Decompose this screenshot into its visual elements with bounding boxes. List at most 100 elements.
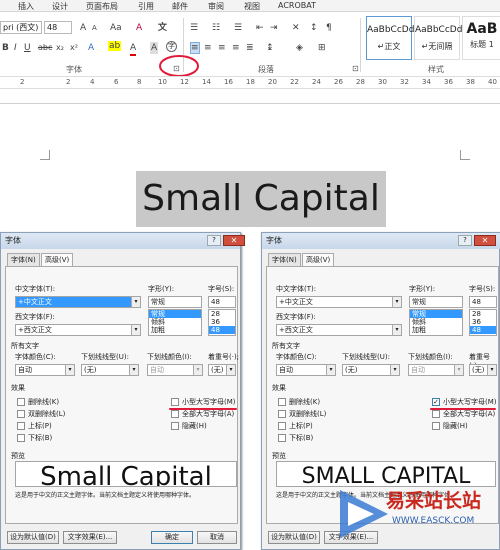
grow-font-button[interactable]: A	[80, 22, 86, 34]
char-shading-icon[interactable]: A	[150, 42, 159, 54]
underline-color-select[interactable]: 自动 ▾	[408, 364, 464, 376]
tab-references[interactable]: 引用	[138, 1, 154, 12]
cn-font-select[interactable]: +中文正文 ▾	[15, 296, 141, 308]
paragraph-dialog-launcher-icon[interactable]: ⊡	[352, 64, 359, 73]
tab-design[interactable]: 设计	[52, 1, 68, 12]
bold-button[interactable]: B	[2, 42, 9, 54]
subscript-button[interactable]: x₂	[56, 42, 64, 54]
style-list[interactable]: 常规 倾斜 加粗	[409, 309, 463, 336]
close-button[interactable]: ✕	[474, 235, 496, 246]
list-item[interactable]: 48	[470, 326, 496, 334]
help-button[interactable]: ?	[458, 235, 472, 246]
document-selected-text[interactable]: Small Capital	[136, 171, 386, 227]
subscript-checkbox[interactable]	[17, 434, 25, 442]
underline-style-select[interactable]: (无) ▾	[342, 364, 400, 376]
align-center-icon[interactable]: ≡	[204, 42, 212, 54]
chinese-layout-icon[interactable]: ✕	[292, 22, 300, 34]
italic-button[interactable]: I	[14, 42, 17, 54]
west-font-select[interactable]: +西文正文 ▾	[15, 324, 141, 336]
shading-icon[interactable]: ◈	[296, 42, 303, 54]
bullets-icon[interactable]: ☰	[190, 22, 198, 34]
numbering-icon[interactable]: ☷	[212, 22, 220, 34]
pinyin-icon[interactable]: 文	[158, 22, 167, 34]
text-effects-icon[interactable]: A	[88, 42, 94, 54]
cn-font-select[interactable]: +中文正文 ▾	[276, 296, 402, 308]
decrease-indent-icon[interactable]: ⇤	[256, 22, 264, 34]
strikethrough-button[interactable]: abc	[38, 42, 52, 54]
style-input[interactable]: 常规	[409, 296, 463, 308]
tab-font[interactable]: 字体(N)	[7, 253, 40, 266]
help-button[interactable]: ?	[207, 235, 221, 246]
underline-color-select[interactable]: 自动 ▾	[147, 364, 203, 376]
subscript-checkbox[interactable]	[278, 434, 286, 442]
strike-checkbox[interactable]	[17, 398, 25, 406]
list-item[interactable]: 36	[470, 318, 496, 326]
style-list[interactable]: 常规 倾斜 加粗	[148, 309, 202, 336]
style-no-spacing[interactable]: AaBbCcDd ↵无间隔	[414, 16, 462, 60]
double-strike-checkbox[interactable]	[17, 410, 25, 418]
font-color-select[interactable]: 自动 ▾	[15, 364, 75, 376]
distributed-icon[interactable]: ≣	[246, 42, 254, 54]
align-left-icon[interactable]: ≡	[190, 42, 200, 54]
tab-acrobat[interactable]: ACROBAT	[278, 1, 316, 10]
list-item[interactable]: 28	[470, 310, 496, 318]
tab-advanced[interactable]: 高级(V)	[302, 253, 335, 266]
size-list[interactable]: 28 36 48	[469, 309, 497, 336]
clear-format-button[interactable]: A	[136, 22, 142, 34]
tab-view[interactable]: 视图	[244, 1, 260, 12]
ok-button[interactable]: 确定	[151, 531, 193, 544]
all-caps-checkbox[interactable]	[432, 410, 440, 418]
small-caps-checkbox[interactable]	[171, 398, 179, 406]
double-strike-checkbox[interactable]	[278, 410, 286, 418]
highlight-icon[interactable]: ab	[108, 41, 122, 51]
size-list[interactable]: 28 36 48	[208, 309, 236, 336]
hidden-checkbox[interactable]	[432, 422, 440, 430]
list-item[interactable]: 倾斜	[410, 318, 462, 326]
strike-checkbox[interactable]	[278, 398, 286, 406]
tab-review[interactable]: 审阅	[208, 1, 224, 12]
style-heading-1[interactable]: AaB 标题 1	[462, 16, 500, 60]
superscript-button[interactable]: x²	[70, 42, 78, 54]
emphasis-select[interactable]: (无) ▾	[469, 364, 497, 376]
list-item[interactable]: 48	[209, 326, 235, 334]
list-item[interactable]: 28	[209, 310, 235, 318]
tab-mailings[interactable]: 邮件	[172, 1, 188, 12]
all-caps-checkbox[interactable]	[171, 410, 179, 418]
set-default-button[interactable]: 设为默认值(D)	[268, 531, 320, 544]
tab-layout[interactable]: 页面布局	[86, 1, 118, 12]
tab-insert[interactable]: 插入	[18, 1, 34, 12]
line-spacing-icon[interactable]: ↨	[266, 42, 274, 54]
increase-indent-icon[interactable]: ⇥	[270, 22, 278, 34]
list-item[interactable]: 加粗	[410, 326, 462, 334]
superscript-checkbox[interactable]	[17, 422, 25, 430]
shrink-font-button[interactable]: A	[92, 22, 97, 34]
font-color-select[interactable]: 自动 ▾	[276, 364, 336, 376]
size-input[interactable]: 48	[208, 296, 236, 308]
font-name-box[interactable]: pri (西文)	[0, 21, 42, 34]
tab-advanced[interactable]: 高级(V)	[41, 253, 74, 266]
list-item[interactable]: 倾斜	[149, 318, 201, 326]
small-caps-checkbox[interactable]: ✓	[432, 398, 440, 406]
style-normal[interactable]: AaBbCcDd ↵正文	[366, 16, 414, 60]
enclose-char-icon[interactable]: 字	[166, 41, 177, 52]
close-button[interactable]: ✕	[223, 235, 245, 246]
list-item[interactable]: 36	[209, 318, 235, 326]
cancel-button[interactable]: 取消	[197, 531, 237, 544]
hidden-checkbox[interactable]	[171, 422, 179, 430]
underline-style-select[interactable]: (无) ▾	[81, 364, 139, 376]
multilevel-list-icon[interactable]: ☰	[234, 22, 242, 34]
underline-button[interactable]: U	[24, 42, 31, 54]
set-default-button[interactable]: 设为默认值(D)	[7, 531, 59, 544]
show-marks-icon[interactable]: ¶	[326, 22, 332, 34]
align-right-icon[interactable]: ≡	[218, 42, 226, 54]
size-input[interactable]: 48	[469, 296, 497, 308]
justify-icon[interactable]: ≡	[232, 42, 240, 54]
list-item[interactable]: 常规	[149, 310, 201, 318]
tab-font[interactable]: 字体(N)	[268, 253, 301, 266]
list-item[interactable]: 常规	[410, 310, 462, 318]
superscript-checkbox[interactable]	[278, 422, 286, 430]
font-size-box[interactable]: 48	[44, 21, 72, 34]
change-case-button[interactable]: Aa	[110, 22, 122, 34]
font-color-icon[interactable]: A	[130, 42, 137, 56]
text-effects-button[interactable]: 文字效果(E)...	[63, 531, 117, 544]
